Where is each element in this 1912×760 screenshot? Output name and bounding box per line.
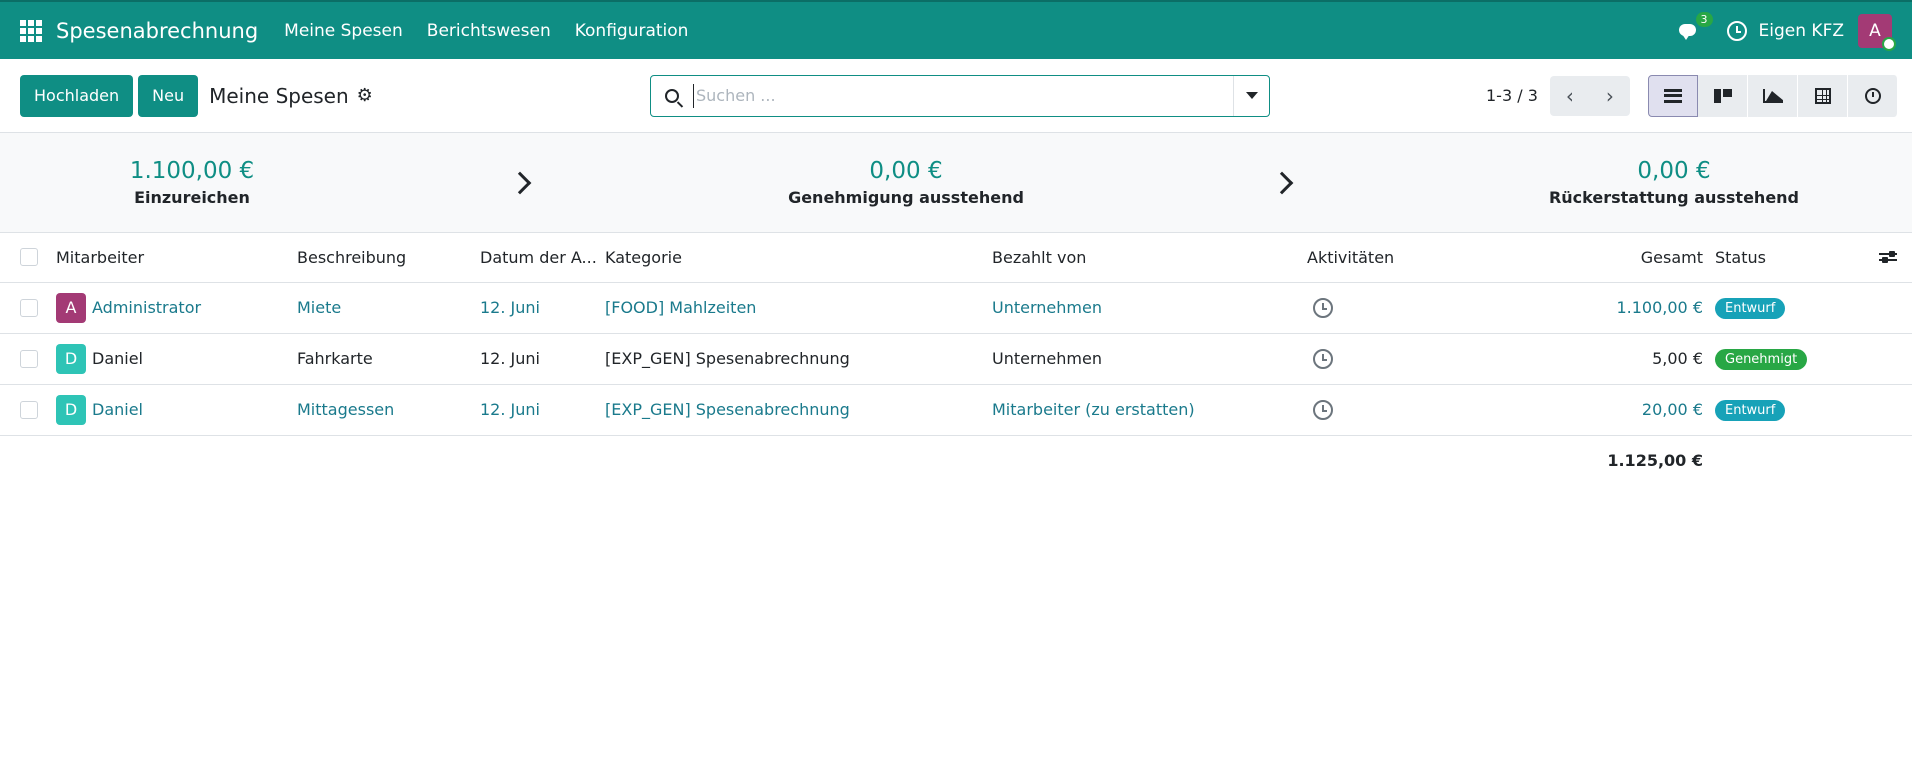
pager-value[interactable]: 1-3 / 3 [1486,86,1538,105]
row-checkbox[interactable] [20,298,38,317]
status-badge: Entwurf [1715,399,1786,421]
menu-konfiguration[interactable]: Konfiguration [575,21,689,41]
user-status-dot [1882,36,1896,51]
grand-total: 1.125,00 € [1607,451,1703,471]
search-options-toggle[interactable] [1233,75,1269,116]
paid-by-cell[interactable]: Unternehmen [992,282,1307,334]
header-description[interactable]: Beschreibung [297,233,480,283]
upload-button[interactable]: Hochladen [20,74,134,117]
status-badge: Genehmigt [1715,348,1808,370]
top-navbar: Spesenabrechnung Meine Spesen Berichtswe… [0,0,1912,59]
activity-clock-icon[interactable] [1313,399,1333,420]
search-icon [651,88,693,103]
optional-columns-icon[interactable] [1879,250,1897,264]
header-employee[interactable]: Mitarbeiter [56,233,297,283]
view-switcher [1648,74,1898,117]
header-total[interactable]: Gesamt [1487,233,1715,283]
graph-view-button[interactable] [1748,74,1798,117]
company-switcher[interactable]: Eigen KFZ [1759,21,1844,41]
activity-view-button[interactable] [1848,74,1898,117]
table-row[interactable]: D Daniel Mittagessen 12. Juni [EXP_GEN] S… [0,384,1912,436]
area-chart-icon [1762,88,1783,103]
expenses-table: Mitarbeiter Beschreibung Datum der A... … [0,233,1912,486]
stage-label: Einzureichen [134,188,250,207]
total-cell[interactable]: 5,00 € [1487,333,1715,385]
description-cell[interactable]: Miete [297,282,480,334]
total-cell[interactable]: 1.100,00 € [1487,282,1715,334]
select-all-checkbox[interactable] [20,248,38,267]
table-header-row: Mitarbeiter Beschreibung Datum der A... … [0,233,1912,283]
activity-clock-icon [1864,87,1881,104]
pager: 1-3 / 3 ‹ › [1486,75,1630,116]
apps-grid-icon[interactable] [20,19,42,42]
row-checkbox[interactable] [20,400,38,419]
gear-icon[interactable]: ⚙ [357,85,373,106]
chat-button[interactable]: 3 [1678,11,1713,40]
avatar: D [56,394,86,425]
kanban-view-button[interactable] [1698,74,1748,117]
table-row[interactable]: A Administrator Miete 12. Juni [FOOD] Mah… [0,282,1912,334]
chat-count-badge: 3 [1695,11,1713,27]
avatar: A [56,292,86,323]
stage-awaiting-approval[interactable]: 0,00 € Genehmigung ausstehend [746,158,1066,207]
stage-label: Genehmigung ausstehend [788,188,1024,207]
control-panel: Hochladen Neu Meine Spesen ⚙ 1-3 / 3 ‹ › [0,59,1912,133]
pivot-table-icon [1814,87,1831,104]
kanban-icon [1713,88,1732,103]
activity-clock-icon[interactable] [1313,297,1333,318]
employee-name[interactable]: Daniel [92,400,143,419]
stage-amount: 1.100,00 € [129,158,255,184]
stage-label: Rückerstattung ausstehend [1548,188,1800,207]
description-cell[interactable]: Fahrkarte [297,333,480,385]
new-button[interactable]: Neu [138,74,199,117]
category-cell[interactable]: [EXP_GEN] Spesenabrechnung [605,333,992,385]
category-cell[interactable]: [FOOD] Mahlzeiten [605,282,992,334]
header-date[interactable]: Datum der A... [480,233,605,283]
list-view-button[interactable] [1648,74,1698,117]
search-input[interactable] [693,83,1233,108]
paid-by-cell[interactable]: Mitarbeiter (zu erstatten) [992,384,1307,436]
user-avatar[interactable]: A [1858,13,1896,51]
stage-awaiting-reimbursement[interactable]: 0,00 € Rückerstattung ausstehend [1514,158,1834,207]
chevron-right-icon [1270,171,1294,195]
description-cell[interactable]: Mittagessen [297,384,480,436]
stage-amount: 0,00 € [869,158,943,184]
avatar: D [56,343,86,374]
page-title: Meine Spesen [209,83,349,108]
expense-stages: 1.100,00 € Einzureichen 0,00 € Genehmigu… [0,133,1912,233]
app-name[interactable]: Spesenabrechnung [56,19,258,43]
employee-name[interactable]: Administrator [92,298,201,317]
pivot-view-button[interactable] [1798,74,1848,117]
table-footer-row: 1.125,00 € [0,435,1912,486]
list-icon [1664,88,1682,103]
header-status[interactable]: Status [1715,233,1895,283]
pager-previous-button[interactable]: ‹ [1549,75,1590,116]
date-cell[interactable]: 12. Juni [480,384,605,436]
paid-by-cell[interactable]: Unternehmen [992,333,1307,385]
date-cell[interactable]: 12. Juni [480,282,605,334]
caret-down-icon [1245,92,1258,99]
header-activities[interactable]: Aktivitäten [1307,233,1487,283]
date-cell[interactable]: 12. Juni [480,333,605,385]
header-paid-by[interactable]: Bezahlt von [992,233,1307,283]
category-cell[interactable]: [EXP_GEN] Spesenabrechnung [605,384,992,436]
stage-amount: 0,00 € [1637,158,1711,184]
menu-meine-spesen[interactable]: Meine Spesen [284,21,403,41]
user-initial: A [1869,20,1881,41]
breadcrumb: Meine Spesen ⚙ [209,84,373,108]
search-bar [650,74,1270,117]
stage-to-submit[interactable]: 1.100,00 € Einzureichen [32,158,352,207]
menu-berichtswesen[interactable]: Berichtswesen [427,21,551,41]
header-category[interactable]: Kategorie [605,233,992,283]
total-cell[interactable]: 20,00 € [1487,384,1715,436]
employee-name[interactable]: Daniel [92,349,143,368]
pager-next-button[interactable]: › [1589,75,1630,116]
activity-clock-icon[interactable] [1313,348,1333,369]
clock-icon[interactable] [1726,20,1747,41]
status-badge: Entwurf [1715,297,1786,319]
table-row[interactable]: D Daniel Fahrkarte 12. Juni [EXP_GEN] Spe… [0,333,1912,385]
chevron-right-icon [508,171,532,195]
row-checkbox[interactable] [20,349,38,368]
